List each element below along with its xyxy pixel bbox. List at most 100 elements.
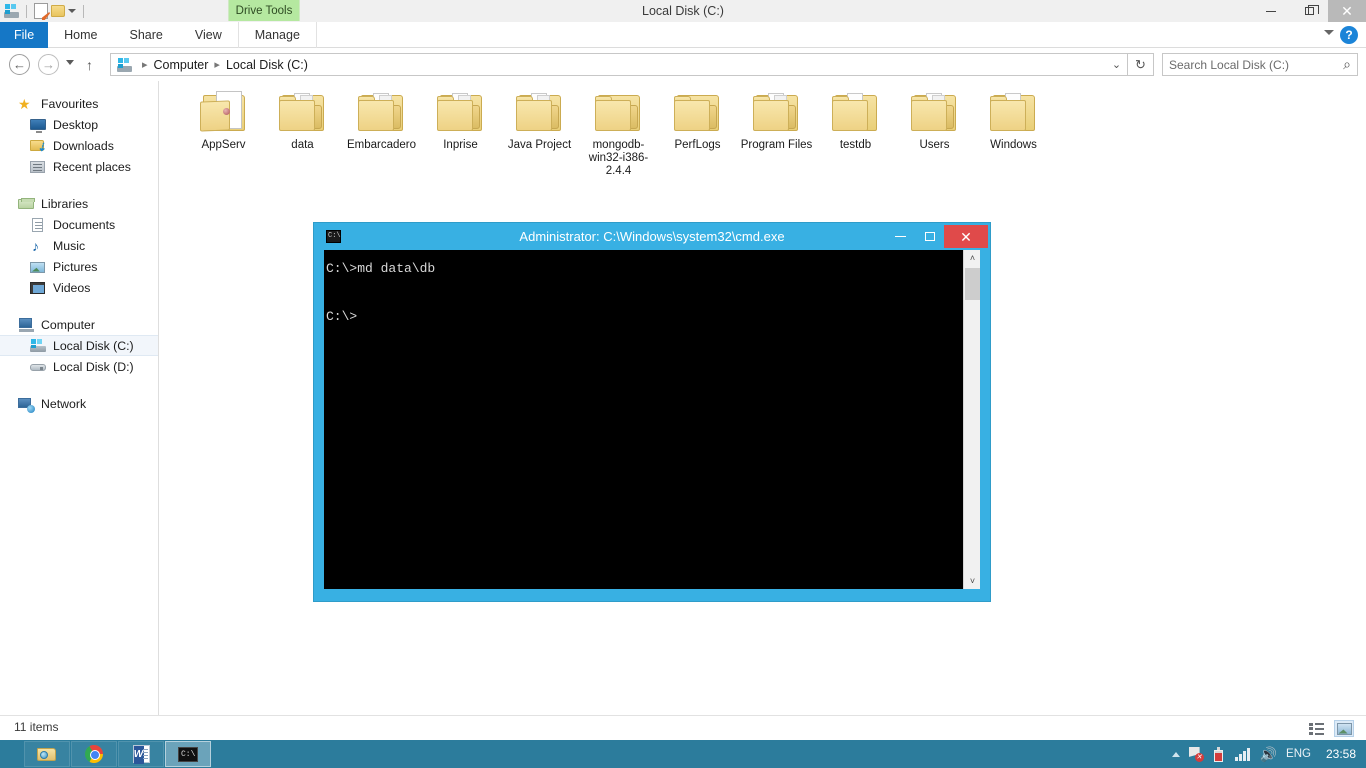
clock[interactable]: 23:58 bbox=[1326, 747, 1356, 761]
breadcrumb-item-local-disk-c[interactable]: Local Disk (C:) bbox=[226, 58, 308, 72]
sidebar-item-downloads[interactable]: ⇣ Downloads bbox=[0, 135, 158, 156]
list-item[interactable]: Java Project bbox=[500, 85, 579, 178]
scrollbar-thumb[interactable] bbox=[965, 268, 980, 300]
details-view-button[interactable] bbox=[1306, 720, 1326, 737]
cmd-title-bar[interactable]: Administrator: C:\Windows\system32\cmd.e… bbox=[314, 223, 990, 250]
taskbar-item-command-prompt[interactable] bbox=[165, 741, 211, 767]
list-item[interactable]: Embarcadero bbox=[342, 85, 421, 178]
libraries-icon bbox=[18, 196, 35, 212]
show-hidden-icons-icon[interactable] bbox=[1171, 751, 1180, 757]
taskbar-item-microsoft-word[interactable]: W bbox=[118, 741, 164, 767]
sidebar-item-pictures-label: Pictures bbox=[53, 259, 98, 274]
list-item[interactable]: mongodb-win32-i386-2.4.4 bbox=[579, 85, 658, 178]
nav-group-computer[interactable]: Computer bbox=[0, 314, 158, 335]
tab-manage[interactable]: Manage bbox=[237, 22, 317, 48]
list-item[interactable]: PerfLogs bbox=[658, 85, 737, 178]
refresh-icon[interactable]: ↻ bbox=[1128, 53, 1154, 76]
sidebar-item-pictures[interactable]: Pictures bbox=[0, 256, 158, 277]
recent-locations-caret-icon[interactable] bbox=[66, 60, 74, 65]
cmd-icon bbox=[178, 746, 198, 762]
list-item[interactable]: Windows bbox=[974, 85, 1053, 178]
network-signal-icon[interactable] bbox=[1234, 747, 1251, 761]
tab-home-label: Home bbox=[64, 28, 98, 42]
cmd-scrollbar[interactable]: ˄ ˅ bbox=[963, 250, 980, 589]
scroll-down-icon[interactable]: ˅ bbox=[964, 573, 981, 589]
help-icon[interactable]: ? bbox=[1340, 26, 1358, 44]
tab-view[interactable]: View bbox=[179, 22, 238, 48]
maximize-button[interactable] bbox=[1290, 0, 1328, 22]
sidebar-item-downloads-label: Downloads bbox=[53, 138, 114, 153]
up-arrow-icon[interactable]: ↑ bbox=[86, 57, 93, 73]
sidebar-item-local-disk-d[interactable]: Local Disk (D:) bbox=[0, 356, 158, 377]
sidebar-item-music[interactable]: ♪ Music bbox=[0, 235, 158, 256]
folder-icon bbox=[910, 91, 959, 133]
list-item[interactable]: testdb bbox=[816, 85, 895, 178]
drive-icon bbox=[117, 57, 132, 72]
search-input[interactable]: Search Local Disk (C:) ⌕ bbox=[1162, 53, 1358, 76]
downloads-icon: ⇣ bbox=[30, 138, 46, 154]
action-center-flag-icon[interactable]: ✕ bbox=[1188, 747, 1204, 762]
cmd-window-controls: ✕ bbox=[886, 225, 988, 248]
back-arrow-icon[interactable]: ← bbox=[9, 54, 30, 75]
folder-icon bbox=[515, 91, 564, 133]
file-name: mongodb-win32-i386-2.4.4 bbox=[588, 139, 649, 177]
tab-manage-label: Manage bbox=[254, 28, 300, 42]
breadcrumb-item-computer[interactable]: Computer bbox=[154, 58, 209, 72]
list-item[interactable]: AppServ bbox=[184, 85, 263, 178]
tab-home[interactable]: Home bbox=[48, 22, 113, 48]
taskbar-items: W bbox=[24, 741, 211, 767]
search-icon[interactable]: ⌕ bbox=[1343, 56, 1351, 73]
cmd-maximize-button[interactable] bbox=[915, 225, 944, 248]
close-button[interactable]: ✕ bbox=[1328, 0, 1366, 22]
system-tray: ✕ 🔊 ENG 23:58 bbox=[1171, 740, 1366, 768]
nav-group-favourites[interactable]: ★ Favourites bbox=[0, 93, 158, 114]
sidebar-item-recent-places[interactable]: Recent places bbox=[0, 156, 158, 177]
contextual-tab-drive-tools[interactable]: Drive Tools bbox=[228, 0, 300, 21]
list-item[interactable]: data bbox=[263, 85, 342, 178]
volume-icon[interactable]: 🔊 bbox=[1260, 746, 1277, 763]
cmd-console-area[interactable]: C:\>md data\db C:\> ˄ ˅ bbox=[324, 250, 980, 589]
list-item[interactable]: Inprise bbox=[421, 85, 500, 178]
list-item[interactable]: Program Files bbox=[737, 85, 816, 178]
address-bar: ← → ↑ ▸ Computer ▸ Local Disk (C:) ⌄ ↻ S… bbox=[0, 48, 1366, 81]
explorer-title-bar: Local Disk (C:) ✕ bbox=[0, 0, 1366, 22]
battery-icon[interactable] bbox=[1212, 746, 1226, 762]
taskbar[interactable]: W ✕ 🔊 ENG 23:58 bbox=[0, 740, 1366, 768]
word-icon: W bbox=[132, 745, 150, 764]
folder-icon bbox=[989, 91, 1038, 133]
sidebar-item-videos[interactable]: Videos bbox=[0, 277, 158, 298]
start-button[interactable] bbox=[0, 740, 22, 768]
address-dropdown-icon[interactable]: ⌄ bbox=[1106, 53, 1128, 76]
nav-group-network[interactable]: Network bbox=[0, 393, 158, 414]
nav-group-favourites-label: Favourites bbox=[41, 96, 99, 111]
cmd-console-text: C:\>md data\db C:\> bbox=[326, 261, 436, 324]
command-prompt-window[interactable]: Administrator: C:\Windows\system32\cmd.e… bbox=[313, 222, 991, 602]
tab-share[interactable]: Share bbox=[114, 22, 179, 48]
scroll-up-icon[interactable]: ˄ bbox=[964, 250, 981, 266]
nav-group-libraries[interactable]: Libraries bbox=[0, 193, 158, 214]
chevron-down-icon[interactable] bbox=[1324, 30, 1334, 35]
navigation-pane[interactable]: ★ Favourites Desktop ⇣ Downloads Recent … bbox=[0, 81, 159, 715]
cmd-close-button[interactable]: ✕ bbox=[944, 225, 988, 248]
breadcrumb-separator: ▸ bbox=[142, 59, 148, 71]
network-icon bbox=[18, 396, 35, 413]
search-placeholder: Search Local Disk (C:) bbox=[1169, 57, 1290, 72]
taskbar-item-google-chrome[interactable] bbox=[71, 741, 117, 767]
large-icons-view-button[interactable] bbox=[1334, 720, 1354, 737]
sidebar-item-desktop[interactable]: Desktop bbox=[0, 114, 158, 135]
language-indicator[interactable]: ENG bbox=[1286, 748, 1311, 760]
tab-file[interactable]: File bbox=[0, 22, 49, 48]
folder-icon bbox=[594, 91, 643, 133]
breadcrumb[interactable]: ▸ Computer ▸ Local Disk (C:) bbox=[110, 53, 1117, 76]
sidebar-item-documents[interactable]: Documents bbox=[0, 214, 158, 235]
desktop-icon bbox=[30, 117, 46, 133]
forward-arrow-icon[interactable]: → bbox=[38, 54, 59, 75]
taskbar-item-file-explorer[interactable] bbox=[24, 741, 70, 767]
details-view-icon bbox=[1308, 722, 1324, 735]
sidebar-item-local-disk-c[interactable]: Local Disk (C:) bbox=[0, 335, 158, 356]
minimize-button[interactable] bbox=[1252, 0, 1290, 22]
cmd-minimize-button[interactable] bbox=[886, 225, 915, 248]
list-item[interactable]: Users bbox=[895, 85, 974, 178]
